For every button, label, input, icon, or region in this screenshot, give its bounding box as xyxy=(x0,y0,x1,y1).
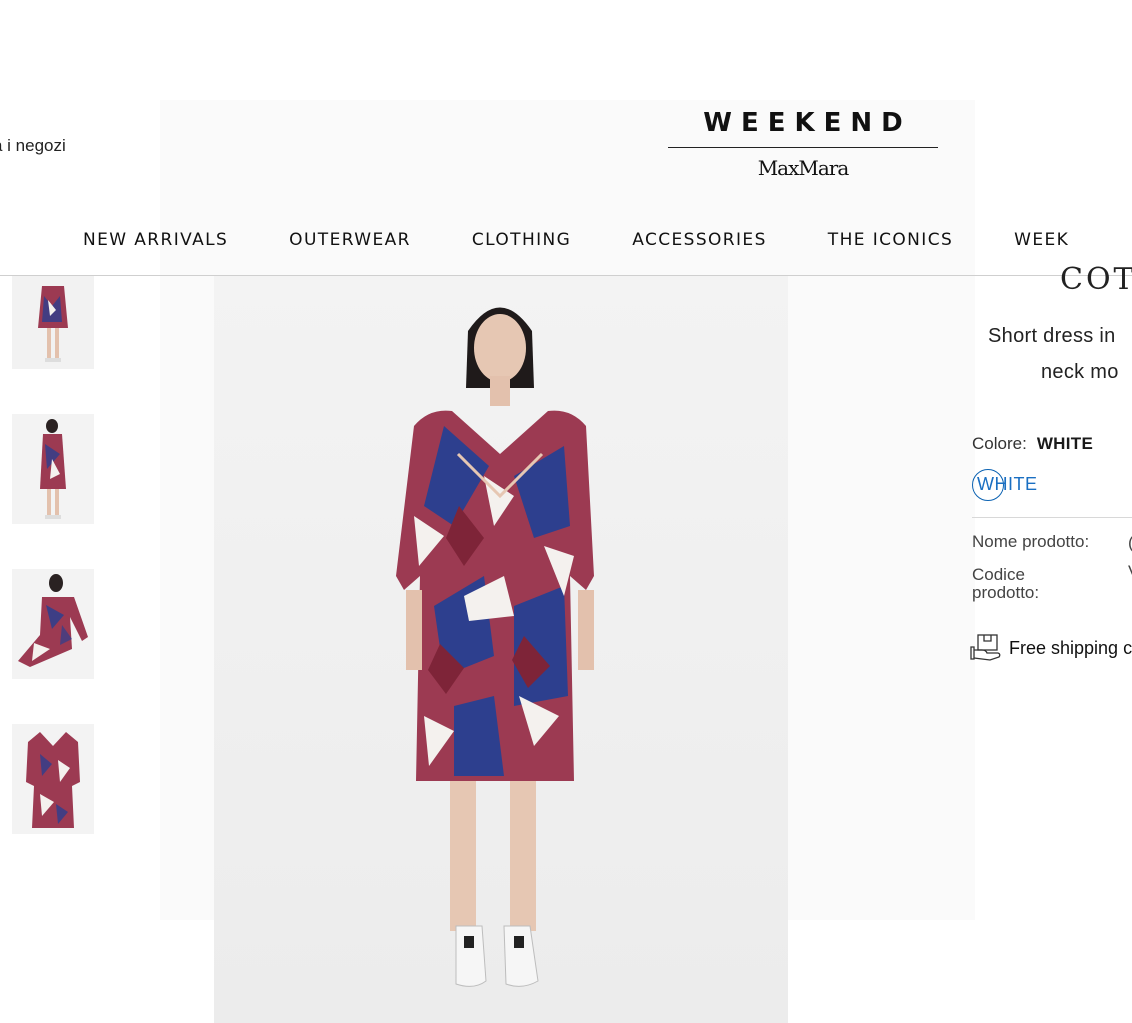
spec-product-code-label: Codice prodotto: xyxy=(972,565,1040,602)
thumbnail-3[interactable] xyxy=(12,569,94,679)
panel-divider xyxy=(972,517,1132,518)
shipping-box-icon xyxy=(970,634,1001,661)
main-nav: NEW ARRIVALS OUTERWEAR CLOTHING ACCESSOR… xyxy=(83,228,1130,252)
product-title: COT xyxy=(1060,262,1132,297)
thumbnail-4[interactable] xyxy=(12,724,94,834)
product-page: a i negozi WEEKEND MaxMara NEW ARRIVALS … xyxy=(0,0,1132,1023)
spec-product-name-value: ( xyxy=(1128,533,1132,553)
product-description-line-2: neck mo xyxy=(1041,361,1119,383)
color-selector-label: Colore: WHITE xyxy=(972,434,1093,454)
spec-product-name-label: Nome prodotto: xyxy=(972,532,1090,551)
nav-item-clothing[interactable]: CLOTHING xyxy=(472,228,571,252)
logo-divider xyxy=(668,147,938,148)
nav-item-accessories[interactable]: ACCESSORIES xyxy=(632,228,767,252)
spec-product-code-value: V xyxy=(1128,562,1132,582)
product-description-line-1: Short dress in xyxy=(988,325,1116,347)
logo-maxmara-text: MaxMara xyxy=(757,156,850,180)
logo-weekend-text: WEEKEND xyxy=(703,108,912,138)
brand-logo[interactable]: WEEKEND MaxMara xyxy=(668,108,938,180)
nav-item-the-iconics[interactable]: THE ICONICS xyxy=(828,228,953,252)
nav-item-outerwear[interactable]: OUTERWEAR xyxy=(289,228,411,252)
thumbnail-2[interactable] xyxy=(12,414,94,524)
nav-item-new-arrivals[interactable]: NEW ARRIVALS xyxy=(83,228,228,252)
thumbnail-1[interactable] xyxy=(12,276,94,369)
product-main-image[interactable] xyxy=(214,276,788,1023)
shipping-text: Free shipping c xyxy=(1009,638,1132,658)
color-value: WHITE xyxy=(1036,434,1094,453)
store-locator-link[interactable]: a i negozi xyxy=(0,136,66,156)
color-label: Colore: xyxy=(972,434,1027,453)
nav-item-weekend[interactable]: WEEK xyxy=(1014,228,1069,252)
swatch-label: WHITE xyxy=(977,474,1038,494)
